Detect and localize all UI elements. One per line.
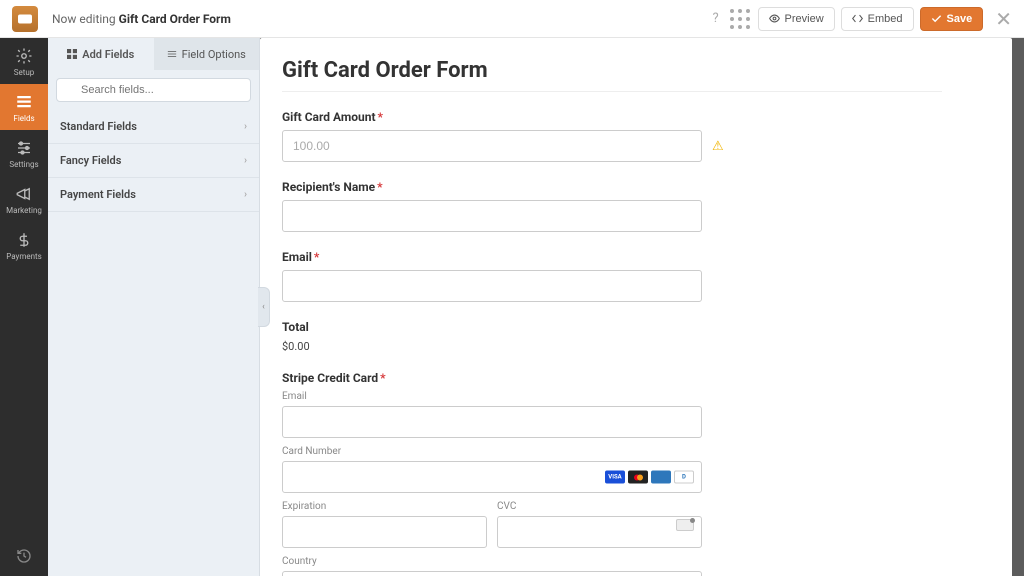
chevron-right-icon: › — [244, 155, 247, 166]
email-input[interactable] — [282, 270, 702, 302]
preview-button[interactable]: Preview — [758, 7, 835, 31]
total-label: Total — [282, 320, 942, 334]
category-standard-label: Standard Fields — [60, 120, 137, 133]
wpforms-logo — [12, 6, 38, 32]
visa-icon: VISA — [605, 471, 625, 484]
recipient-label: Recipient's Name* — [282, 180, 942, 194]
search-fields-input[interactable] — [56, 78, 251, 102]
category-standard-fields[interactable]: Standard Fields › — [48, 110, 259, 144]
recipient-input[interactable] — [282, 200, 702, 232]
divider — [282, 91, 942, 92]
fields-icon — [15, 93, 33, 111]
close-icon[interactable]: ✕ — [995, 7, 1012, 31]
history-icon — [16, 548, 32, 564]
amount-input[interactable] — [282, 130, 702, 162]
grid-icon — [67, 49, 77, 59]
field-total[interactable]: Total $0.00 — [282, 320, 942, 353]
chevron-right-icon: › — [244, 121, 247, 132]
tab-add-fields[interactable]: Add Fields — [48, 38, 154, 70]
editing-prefix: Now editing — [52, 12, 116, 26]
diners-icon: D — [674, 471, 694, 484]
email-label: Email* — [282, 250, 942, 264]
nav-marketing[interactable]: Marketing — [0, 176, 48, 222]
field-gift-card-amount[interactable]: Gift Card Amount* ⚠ — [282, 110, 942, 162]
category-payment-fields[interactable]: Payment Fields › — [48, 178, 259, 212]
category-fancy-label: Fancy Fields — [60, 154, 121, 167]
total-value: $0.00 — [282, 340, 942, 353]
nav-setup-label: Setup — [14, 68, 35, 77]
chevron-right-icon: › — [244, 189, 247, 200]
topbar: Now editing Gift Card Order Form ? Previ… — [0, 0, 1024, 38]
embed-button[interactable]: Embed — [841, 7, 914, 31]
amex-icon — [651, 471, 671, 484]
nav-revisions[interactable] — [0, 536, 48, 576]
cc-exp-input[interactable] — [282, 516, 487, 548]
mastercard-icon — [628, 471, 648, 484]
cc-exp-sublabel: Expiration — [282, 501, 487, 512]
nav-payments-label: Payments — [6, 252, 42, 261]
tab-field-options[interactable]: Field Options — [154, 38, 260, 70]
embed-label: Embed — [868, 13, 903, 25]
panel-collapse-handle[interactable]: ‹ — [258, 287, 270, 327]
tab-options-label: Field Options — [182, 48, 246, 61]
category-fancy-fields[interactable]: Fancy Fields › — [48, 144, 259, 178]
save-label: Save — [947, 13, 973, 25]
field-email[interactable]: Email* — [282, 250, 942, 302]
cc-cvc-sublabel: CVC — [497, 501, 702, 512]
sliders-icon — [15, 139, 33, 157]
warning-icon: ⚠ — [712, 139, 724, 154]
category-payment-label: Payment Fields — [60, 188, 136, 201]
eye-icon — [769, 13, 780, 24]
left-nav: Setup Fields Settings Marketing Payments — [0, 38, 48, 576]
side-panel: Add Fields Field Options Standard Fields… — [48, 38, 260, 576]
nav-fields[interactable]: Fields — [0, 84, 48, 130]
code-icon — [852, 13, 863, 24]
cc-email-sublabel: Email — [282, 391, 702, 402]
form-canvas: Gift Card Order Form Gift Card Amount* ⚠… — [260, 38, 1024, 576]
cc-country-sublabel: Country — [282, 556, 702, 567]
sliders-small-icon — [167, 49, 177, 59]
preview-label: Preview — [785, 13, 824, 25]
cc-email-input[interactable] — [282, 406, 702, 438]
nav-settings-label: Settings — [9, 160, 38, 169]
form-name: Gift Card Order Form — [119, 12, 231, 26]
cc-cvc-input[interactable] — [497, 516, 702, 548]
cc-country-select[interactable] — [282, 571, 702, 576]
nav-setup[interactable]: Setup — [0, 38, 48, 84]
nav-marketing-label: Marketing — [6, 206, 42, 215]
amount-label: Gift Card Amount* — [282, 110, 942, 124]
megaphone-icon — [15, 185, 33, 203]
tab-add-label: Add Fields — [82, 48, 134, 61]
form-preview: Gift Card Order Form Gift Card Amount* ⚠… — [260, 38, 1012, 576]
gear-icon — [15, 47, 33, 65]
dollar-icon — [15, 231, 33, 249]
field-stripe-credit-card[interactable]: Stripe Credit Card* Email Card Number VI… — [282, 371, 702, 576]
form-title: Gift Card Order Form — [282, 58, 942, 83]
card-brand-icons: VISA D — [605, 471, 694, 484]
cvc-card-icon — [676, 519, 694, 531]
nav-payments[interactable]: Payments — [0, 222, 48, 268]
stripe-label: Stripe Credit Card* — [282, 371, 702, 385]
nav-settings[interactable]: Settings — [0, 130, 48, 176]
apps-grid-icon[interactable] — [728, 7, 752, 31]
field-recipient-name[interactable]: Recipient's Name* — [282, 180, 942, 232]
save-button[interactable]: Save — [920, 7, 984, 31]
check-icon — [931, 13, 942, 24]
cc-number-sublabel: Card Number — [282, 446, 702, 457]
nav-fields-label: Fields — [13, 114, 34, 123]
help-icon[interactable]: ? — [704, 11, 728, 26]
